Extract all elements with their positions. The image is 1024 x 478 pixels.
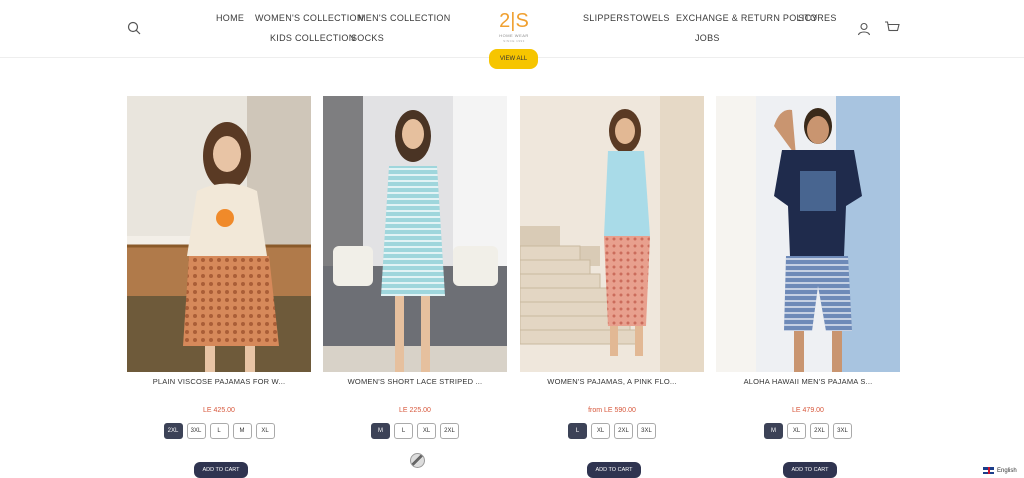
product-title[interactable]: WOMEN'S PAJAMAS, A PINK FLO...: [520, 377, 704, 386]
size-option[interactable]: 2XL: [440, 423, 459, 439]
product-image[interactable]: [716, 96, 900, 372]
nav-jobs[interactable]: JOBS: [695, 33, 720, 43]
size-option[interactable]: 2XL: [614, 423, 633, 439]
view-all-button[interactable]: VIEW ALL: [489, 49, 538, 69]
logo-mark: 2|S: [499, 10, 529, 32]
size-option[interactable]: 2XL: [163, 423, 183, 439]
size-option[interactable]: M: [232, 423, 252, 439]
nav-mens-collection[interactable]: MEN'S COLLECTION: [358, 13, 451, 23]
add-to-cart-button[interactable]: ADD TO CART: [194, 462, 248, 478]
nav-stores[interactable]: STORES: [798, 13, 837, 23]
nav-socks[interactable]: SOCKS: [351, 33, 384, 43]
size-option[interactable]: M: [764, 423, 783, 439]
product-image[interactable]: [323, 96, 507, 372]
size-option[interactable]: 3XL: [833, 423, 852, 439]
size-option[interactable]: M: [371, 423, 390, 439]
size-option[interactable]: L: [209, 423, 229, 439]
account-icon[interactable]: [854, 19, 874, 39]
size-option[interactable]: XL: [787, 423, 806, 439]
size-option[interactable]: L: [568, 423, 587, 439]
product-price: from LE 590.00: [588, 407, 636, 414]
add-to-cart-button[interactable]: ADD TO CART: [783, 462, 837, 478]
language-label: English: [997, 467, 1017, 474]
cart-icon[interactable]: [881, 18, 903, 38]
add-to-cart-button[interactable]: ADD TO CART: [587, 462, 641, 478]
size-option[interactable]: XL: [255, 423, 275, 439]
size-options: 2XL 3XL L M XL: [127, 423, 311, 439]
product-image[interactable]: [520, 96, 704, 372]
nav-slippers[interactable]: SLIPPERS: [583, 13, 629, 23]
size-option[interactable]: 3XL: [637, 423, 656, 439]
nav-womens-collection[interactable]: WOMEN'S COLLECTION: [255, 13, 364, 23]
logo-since: SINCE 1993: [503, 39, 525, 43]
site-logo[interactable]: 2|S HOME WEAR SINCE 1993: [494, 10, 534, 44]
size-option[interactable]: XL: [591, 423, 610, 439]
product-price: LE 225.00: [399, 407, 431, 414]
product-price: LE 479.00: [792, 407, 824, 414]
size-options: M L XL 2XL: [323, 423, 507, 439]
product-title[interactable]: PLAIN VISCOSE PAJAMAS FOR W...: [127, 377, 311, 386]
product-title[interactable]: ALOHA HAWAII MEN'S PAJAMA S...: [716, 377, 900, 386]
nav-exchange-return-policy[interactable]: EXCHANGE & RETURN POLICY: [676, 13, 818, 23]
product-price: LE 425.00: [203, 407, 235, 414]
uk-flag-icon: [983, 467, 994, 474]
product-title[interactable]: WOMEN'S SHORT LACE STRIPED ...: [323, 377, 507, 386]
product-image[interactable]: [127, 96, 311, 372]
size-option[interactable]: 2XL: [810, 423, 829, 439]
nav-towels[interactable]: TOWELS: [630, 13, 670, 23]
nav-home[interactable]: HOME: [216, 13, 244, 23]
size-option[interactable]: L: [394, 423, 413, 439]
nav-kids-collection[interactable]: KIDS COLLECTION: [270, 33, 356, 43]
color-swatch[interactable]: [410, 453, 425, 468]
size-options: M XL 2XL 3XL: [716, 423, 900, 439]
size-options: L XL 2XL 3XL: [520, 423, 704, 439]
language-selector[interactable]: English: [983, 467, 1017, 474]
size-option[interactable]: XL: [417, 423, 436, 439]
search-icon[interactable]: [124, 18, 144, 38]
size-option[interactable]: 3XL: [186, 423, 206, 439]
